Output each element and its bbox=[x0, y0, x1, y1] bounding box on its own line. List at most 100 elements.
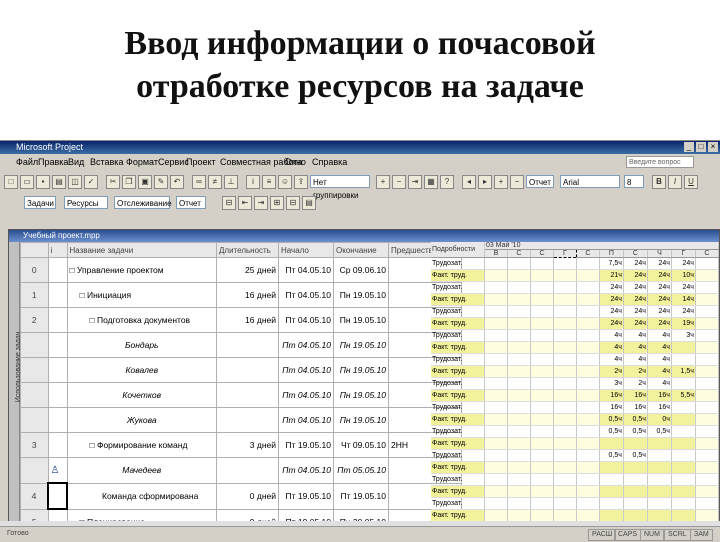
task-duration[interactable] bbox=[216, 457, 279, 484]
usage-cell[interactable] bbox=[695, 317, 719, 330]
usage-cell[interactable] bbox=[507, 437, 531, 450]
spelling-icon[interactable]: ✓ bbox=[84, 175, 98, 189]
usage-cell[interactable] bbox=[576, 353, 600, 366]
outline-icon[interactable]: ⊟ bbox=[222, 196, 236, 210]
unlink-icon[interactable]: ≠ bbox=[208, 175, 222, 189]
undo-icon[interactable]: ↶ bbox=[170, 175, 184, 189]
task-finish[interactable]: Ср 09.06.10 bbox=[333, 257, 389, 283]
usage-cell[interactable] bbox=[695, 485, 719, 498]
task-start[interactable]: Пт 04.05.10 bbox=[278, 357, 334, 383]
format-painter-icon[interactable]: ✎ bbox=[154, 175, 168, 189]
usage-cell[interactable]: 24ч bbox=[599, 317, 624, 330]
usage-row[interactable]: Факт. труд. bbox=[431, 485, 719, 498]
usage-cell[interactable] bbox=[530, 365, 555, 378]
usage-cell[interactable] bbox=[695, 365, 719, 378]
table-row[interactable]: Бондарь Пт 04.05.10 Пн 19.05.10 bbox=[20, 332, 462, 358]
usage-cell[interactable]: 16ч bbox=[623, 401, 648, 414]
row-id[interactable] bbox=[20, 357, 49, 383]
usage-row[interactable]: Трудозат. bbox=[431, 497, 719, 510]
usage-cell[interactable] bbox=[553, 461, 577, 474]
usage-cell[interactable]: 24ч bbox=[647, 305, 672, 318]
usage-cell[interactable] bbox=[484, 353, 508, 366]
usage-row[interactable]: Трудозат. 3ч 2ч 4ч bbox=[431, 377, 719, 390]
usage-cell[interactable]: 0,5ч bbox=[623, 425, 648, 438]
usage-cell[interactable]: 10ч bbox=[671, 269, 696, 282]
usage-cell[interactable]: 0,5ч bbox=[599, 413, 624, 426]
usage-cell[interactable] bbox=[623, 437, 648, 450]
usage-cell[interactable] bbox=[530, 485, 555, 498]
usage-row[interactable]: Факт. труд. 4ч 4ч 4ч bbox=[431, 341, 719, 354]
task-start[interactable]: Пт 04.05.10 bbox=[278, 382, 334, 408]
minimize-icon[interactable]: _ bbox=[684, 142, 694, 152]
usage-cell[interactable] bbox=[530, 437, 555, 450]
usage-cell[interactable] bbox=[695, 437, 719, 450]
usage-cell[interactable] bbox=[484, 461, 508, 474]
usage-row[interactable]: Трудозат. 4ч 4ч 4ч 3ч bbox=[431, 329, 719, 342]
usage-cell[interactable]: 3ч bbox=[599, 377, 624, 390]
table-row[interactable]: Кочетков Пт 04.05.10 Пн 19.05.10 bbox=[20, 382, 462, 408]
table-row[interactable]: Жукова Пт 04.05.10 Пн 19.05.10 bbox=[20, 407, 462, 433]
goto-task-icon[interactable]: ⇥ bbox=[408, 175, 422, 189]
usage-cell[interactable] bbox=[553, 425, 577, 438]
resource-name[interactable]: Ковалев bbox=[66, 357, 217, 383]
usage-cell[interactable]: 0,5ч bbox=[647, 425, 672, 438]
usage-cell[interactable]: 24ч bbox=[623, 257, 648, 270]
usage-cell[interactable] bbox=[599, 461, 624, 474]
task-duration[interactable] bbox=[216, 407, 279, 433]
task-info-icon[interactable]: i bbox=[246, 175, 260, 189]
split-icon[interactable]: ⊥ bbox=[224, 175, 238, 189]
row-id[interactable] bbox=[20, 382, 49, 408]
usage-cell[interactable] bbox=[507, 281, 531, 294]
usage-cell[interactable] bbox=[484, 413, 508, 426]
usage-cell[interactable] bbox=[530, 269, 555, 282]
resource-name[interactable]: Мачедеев bbox=[66, 457, 217, 484]
usage-cell[interactable]: 24ч bbox=[647, 257, 672, 270]
usage-row[interactable]: Трудозат. 0,5ч 0,5ч 0,5ч bbox=[431, 425, 719, 438]
menu-view[interactable]: Вид bbox=[68, 155, 84, 170]
usage-cell[interactable]: 24ч bbox=[647, 317, 672, 330]
usage-cell[interactable] bbox=[576, 257, 600, 270]
usage-cell[interactable]: 4ч bbox=[599, 353, 624, 366]
usage-cell[interactable] bbox=[695, 257, 719, 270]
zoom-in-icon[interactable]: + bbox=[376, 175, 390, 189]
usage-cell[interactable]: 2ч bbox=[623, 365, 648, 378]
usage-cell[interactable]: 4ч bbox=[647, 377, 672, 390]
menu-project[interactable]: Проект bbox=[186, 155, 216, 170]
usage-cell[interactable] bbox=[530, 413, 555, 426]
row-id[interactable] bbox=[20, 332, 49, 358]
group-by-select[interactable]: Нет группировки bbox=[310, 175, 370, 200]
add-icon[interactable]: + bbox=[494, 175, 508, 189]
usage-cell[interactable] bbox=[576, 317, 600, 330]
task-start[interactable]: Пт 04.05.10 bbox=[278, 457, 334, 484]
hide-subtasks-icon[interactable]: ⊟ bbox=[286, 196, 300, 210]
usage-cell[interactable] bbox=[507, 449, 531, 462]
filter-icon[interactable]: ▤ bbox=[302, 196, 316, 210]
usage-cell[interactable]: 5,5ч bbox=[671, 389, 696, 402]
tasks-guide-select[interactable]: Задачи bbox=[24, 196, 56, 209]
cut-icon[interactable]: ✂ bbox=[106, 175, 120, 189]
usage-row[interactable]: Факт. труд. 24ч 24ч 24ч 19ч bbox=[431, 317, 719, 330]
usage-cell[interactable] bbox=[647, 449, 672, 462]
usage-cell[interactable] bbox=[553, 293, 577, 306]
task-duration[interactable] bbox=[216, 357, 279, 383]
assign-resources-icon[interactable]: ☺ bbox=[278, 175, 292, 189]
usage-cell[interactable]: 24ч bbox=[599, 293, 624, 306]
usage-cell[interactable]: 16ч bbox=[599, 389, 624, 402]
usage-cell[interactable] bbox=[553, 437, 577, 450]
usage-cell[interactable] bbox=[530, 473, 555, 486]
usage-cell[interactable] bbox=[599, 437, 624, 450]
details-header[interactable]: Подробности bbox=[431, 242, 485, 258]
usage-cell[interactable] bbox=[576, 269, 600, 282]
task-start[interactable]: Пт 04.05.10 bbox=[278, 282, 334, 308]
usage-cell[interactable] bbox=[484, 305, 508, 318]
task-duration[interactable]: 3 дней bbox=[216, 432, 279, 458]
usage-cell[interactable]: 4ч bbox=[647, 341, 672, 354]
usage-cell[interactable] bbox=[576, 461, 600, 474]
usage-cell[interactable] bbox=[599, 497, 624, 510]
resource-name[interactable]: Жукова bbox=[66, 407, 217, 433]
menu-insert[interactable]: Вставка bbox=[90, 155, 123, 170]
table-row[interactable]: 1 □ Инициация 16 дней Пт 04.05.10 Пн 19.05… bbox=[20, 282, 462, 308]
usage-cell[interactable] bbox=[695, 497, 719, 510]
usage-cell[interactable] bbox=[576, 365, 600, 378]
task-finish[interactable]: Пн 19.05.10 bbox=[333, 332, 389, 358]
